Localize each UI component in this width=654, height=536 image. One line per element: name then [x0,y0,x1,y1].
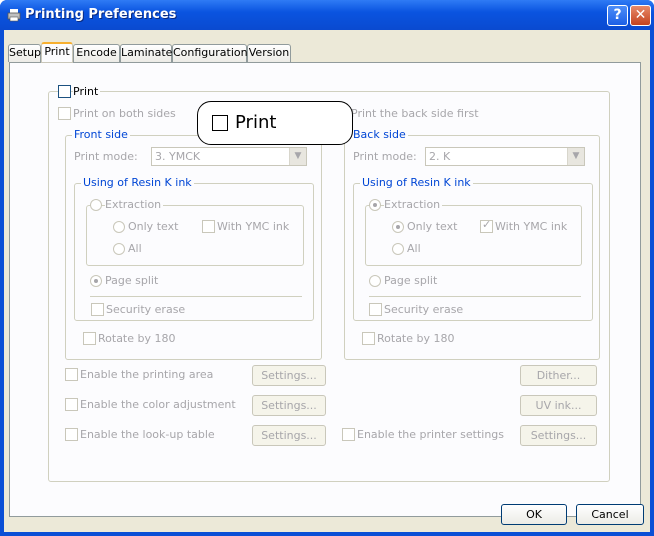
title-bar[interactable]: Printing Preferences ? ✕ [0,0,654,30]
window: Printing Preferences ? ✕ Setup Print Enc… [0,0,654,536]
callout-checkbox-icon [212,115,228,131]
print-tab-panel: Print Print on both sides Print the back… [9,62,641,517]
back-first-label: Print the back side first [351,107,479,120]
tab-setup[interactable]: Setup [8,44,41,62]
back-only-text-label: Only text [407,220,458,233]
front-with-ymc-label: With YMC ink [217,220,290,233]
back-mode-select[interactable]: 2. K ▼ [425,147,585,166]
back-security-erase-label: Security erase [384,303,464,316]
front-security-erase-label: Security erase [106,303,186,316]
print-label: Print [73,85,101,99]
window-title: Printing Preferences [25,7,177,22]
printing-area-settings-button[interactable]: Settings... [252,365,326,386]
color-adjust-checkbox[interactable] [65,398,78,411]
printer-settings-checkbox[interactable] [342,428,355,441]
front-with-ymc-checkbox[interactable] [202,220,215,233]
front-extraction-group [86,205,304,266]
printing-area-checkbox[interactable] [65,368,78,381]
print-callout: Print [197,101,353,145]
dialog-body: Setup Print Encode Laminate Configuratio… [4,30,650,532]
front-only-text-radio[interactable] [113,221,125,233]
front-extraction-radio[interactable] [90,199,102,211]
back-rotate-checkbox[interactable] [362,332,375,345]
uv-ink-button[interactable]: UV ink... [520,395,597,416]
back-only-text-radio[interactable] [392,221,404,233]
printer-settings-label: Enable the printer settings [357,428,505,441]
back-extraction-group [365,205,582,266]
back-page-split-radio[interactable] [369,275,381,287]
front-security-erase-checkbox[interactable] [91,303,104,316]
back-rotate-label: Rotate by 180 [377,332,455,345]
back-resin-title: Using of Resin K ink [360,176,473,190]
front-all-radio[interactable] [113,243,125,255]
print-checkbox[interactable] [58,85,71,98]
back-with-ymc-checkbox[interactable] [480,218,493,233]
front-rotate-checkbox[interactable] [83,332,96,345]
chevron-down-icon: ▼ [567,148,584,165]
front-page-split-label: Page split [105,274,159,287]
front-extraction-label: Extraction [105,198,164,212]
printer-icon [7,9,21,22]
lookup-label: Enable the look-up table [80,428,215,441]
front-side-title: Front side [72,128,130,142]
back-side-title: Back side [351,128,408,142]
both-sides-checkbox[interactable] [58,107,71,120]
tab-laminate[interactable]: Laminate [120,44,172,62]
back-extraction-label: Extraction [384,198,443,212]
back-mode-label: Print mode: [353,150,417,163]
cancel-button[interactable]: Cancel [576,504,644,525]
back-separator [369,296,581,297]
back-security-erase-checkbox[interactable] [369,303,382,316]
help-button[interactable]: ? [607,5,628,26]
tab-configuration[interactable]: Configuration [172,44,248,62]
tab-version[interactable]: Version [247,44,291,62]
callout-label: Print [235,112,277,133]
printing-area-label: Enable the printing area [80,368,214,381]
dither-button[interactable]: Dither... [520,365,597,386]
lookup-checkbox[interactable] [65,428,78,441]
lookup-settings-button[interactable]: Settings... [252,425,326,446]
front-mode-value: 3. YMCK [155,150,201,163]
front-page-split-radio[interactable] [90,275,102,287]
tab-encode[interactable]: Encode [73,44,120,62]
front-mode-select[interactable]: 3. YMCK ▼ [151,147,307,166]
back-mode-value: 2. K [429,150,451,163]
chevron-down-icon: ▼ [289,148,306,165]
front-only-text-label: Only text [128,220,179,233]
printer-settings-button[interactable]: Settings... [520,425,597,446]
front-resin-title: Using of Resin K ink [81,176,194,190]
back-extraction-radio[interactable] [369,199,381,211]
front-all-label: All [128,242,142,255]
back-page-split-label: Page split [384,274,438,287]
color-adjust-settings-button[interactable]: Settings... [252,395,326,416]
ok-button[interactable]: OK [501,504,567,525]
front-mode-label: Print mode: [74,150,138,163]
tab-print[interactable]: Print [41,42,73,63]
front-separator [90,296,302,297]
front-rotate-label: Rotate by 180 [98,332,176,345]
both-sides-label: Print on both sides [73,107,176,120]
back-all-label: All [407,242,421,255]
close-button[interactable]: ✕ [630,5,651,26]
color-adjust-label: Enable the color adjustment [80,398,236,411]
back-all-radio[interactable] [392,243,404,255]
back-with-ymc-label: With YMC ink [495,220,568,233]
